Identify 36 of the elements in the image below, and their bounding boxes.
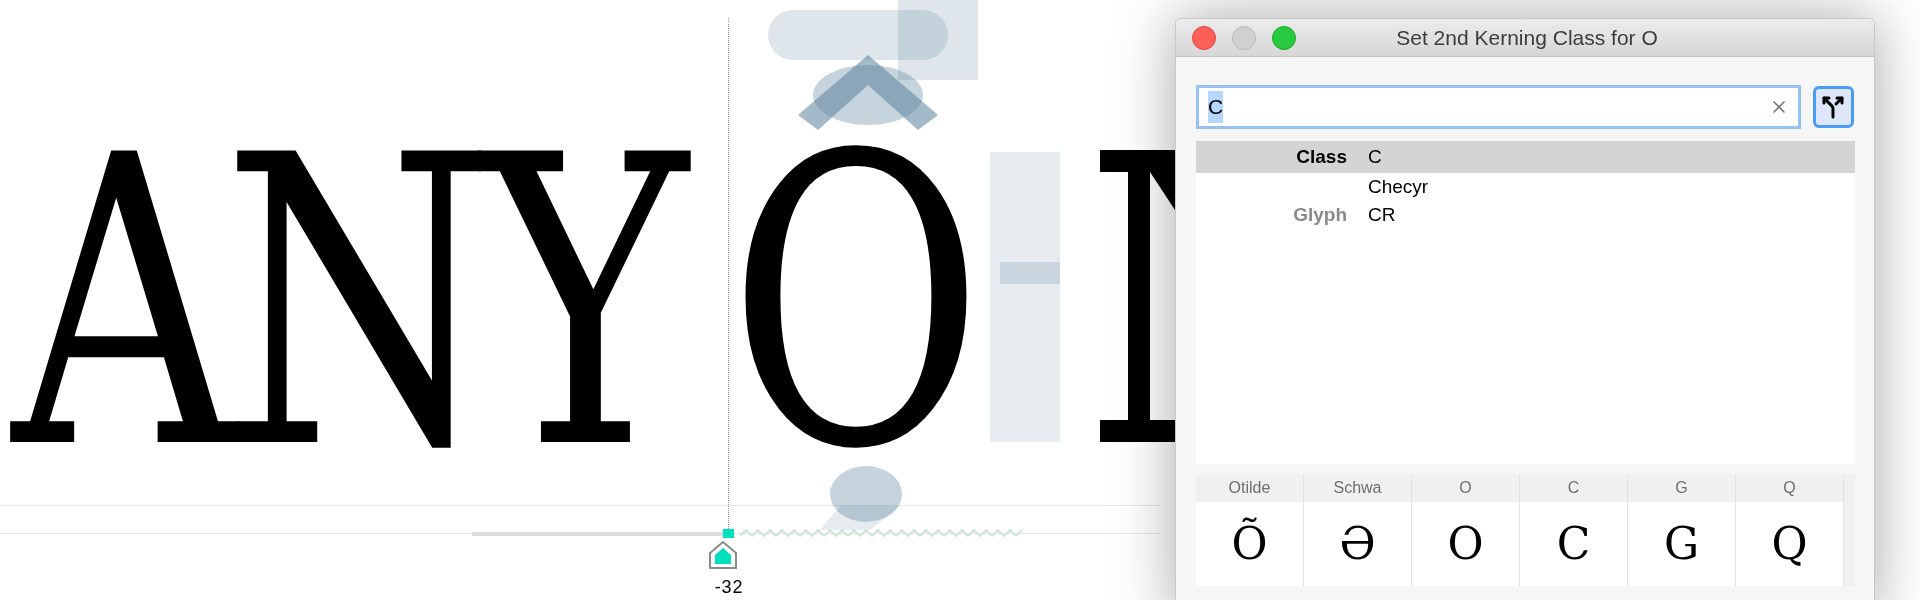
glyph-cell[interactable]: Q Q: [1736, 474, 1844, 586]
search-field[interactable]: C: [1196, 85, 1801, 129]
glyph-preview: Ə: [1304, 502, 1411, 586]
glyph-cell[interactable]: C C: [1520, 474, 1628, 586]
glyph-name: C: [1566, 478, 1581, 498]
glyph-preview: Q: [1736, 502, 1843, 586]
kerning-value: -32: [713, 576, 745, 599]
result-kind: Glyph: [1293, 202, 1347, 227]
glyph-name: Schwa: [1332, 478, 1383, 498]
glyph-name: Otilde: [1227, 478, 1272, 498]
split-icon: [1821, 95, 1846, 119]
glyph-name: Q: [1782, 478, 1797, 498]
close-button[interactable]: [1192, 25, 1216, 50]
marker-icon[interactable]: [708, 540, 738, 570]
window-title: Set 2nd Kerning Class for O: [1396, 24, 1658, 51]
split-button[interactable]: [1812, 86, 1854, 128]
result-kind: Class: [1296, 144, 1347, 169]
glyph-cell[interactable]: O O: [1412, 474, 1520, 586]
glyph-cell[interactable]: G G: [1628, 474, 1736, 586]
result-row[interactable]: Checyr: [1196, 173, 1855, 201]
glyph-preview: O: [1412, 502, 1519, 586]
glyph-preview: G: [1628, 502, 1735, 586]
result-name: CR: [1368, 202, 1396, 227]
result-row[interactable]: Class C: [1196, 141, 1855, 173]
glyph-cell[interactable]: Otilde Õ: [1196, 474, 1304, 586]
glyph-name: O: [1458, 478, 1473, 498]
zoom-button[interactable]: [1272, 25, 1296, 50]
result-row[interactable]: Glyph CR: [1196, 201, 1855, 229]
result-name: Checyr: [1368, 174, 1429, 199]
glyph-preview: C: [1520, 502, 1627, 586]
kerning-handle[interactable]: [723, 529, 734, 538]
glyph-preview: Õ: [1196, 502, 1303, 586]
glyph-cell[interactable]: Schwa Ə: [1304, 474, 1412, 586]
canvas-glyph: O: [728, 144, 984, 464]
result-name: C: [1368, 144, 1382, 169]
glyph-name: G: [1674, 478, 1689, 498]
